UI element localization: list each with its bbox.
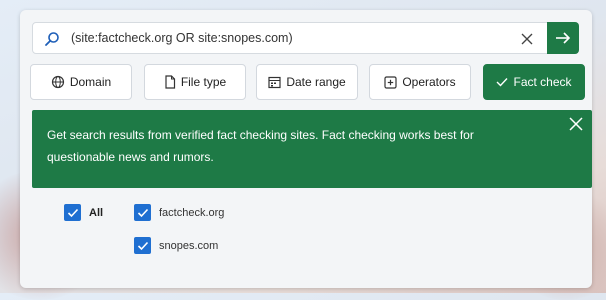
search-bar[interactable]: (site:factcheck.org OR site:snopes.com)	[32, 22, 579, 54]
domain-filter-button[interactable]: Domain	[30, 64, 132, 100]
search-input[interactable]: (site:factcheck.org OR site:snopes.com)	[71, 31, 293, 45]
calendar-icon	[268, 76, 281, 88]
all-sites-checkbox[interactable]: All	[64, 204, 103, 221]
close-icon[interactable]	[566, 114, 586, 134]
submit-search-button[interactable]	[547, 22, 579, 54]
clear-search-button[interactable]	[514, 26, 540, 52]
arrow-right-icon	[556, 32, 571, 44]
domain-filter-label: Domain	[69, 75, 112, 89]
site-checkbox-snopes[interactable]: snopes.com	[134, 237, 218, 254]
banner-text: Get search results from verified fact ch…	[47, 128, 474, 164]
operators-icon	[384, 75, 397, 89]
operators-filter-button[interactable]: Operators	[369, 64, 471, 100]
site-label: factcheck.org	[159, 206, 225, 219]
checkbox-checked[interactable]	[134, 204, 151, 221]
site-checkbox-factcheck[interactable]: factcheck.org	[134, 204, 224, 221]
date-range-filter-button[interactable]: Date range	[256, 64, 358, 100]
checkbox-checked[interactable]	[134, 237, 151, 254]
site-label: snopes.com	[159, 239, 219, 252]
checkbox-checked[interactable]	[64, 204, 81, 221]
file-type-filter-button[interactable]: File type	[144, 64, 246, 100]
file-type-filter-label: File type	[180, 75, 227, 89]
check-icon	[496, 78, 508, 87]
fact-check-filter-button[interactable]: Fact check	[483, 64, 585, 100]
fact-check-filter-label: Fact check	[513, 75, 572, 89]
all-sites-label: All	[89, 206, 104, 219]
date-range-filter-label: Date range	[286, 75, 346, 89]
checkmark-icon	[137, 208, 148, 217]
checkmark-icon	[137, 241, 148, 250]
operators-filter-label: Operators	[402, 75, 456, 89]
domain-icon	[51, 75, 64, 89]
fact-check-info-banner: Get search results from verified fact ch…	[32, 110, 592, 188]
search-panel: (site:factcheck.org OR site:snopes.com) …	[20, 10, 592, 288]
checkmark-icon	[67, 208, 78, 217]
search-icon	[45, 32, 59, 46]
file-icon	[165, 75, 175, 89]
